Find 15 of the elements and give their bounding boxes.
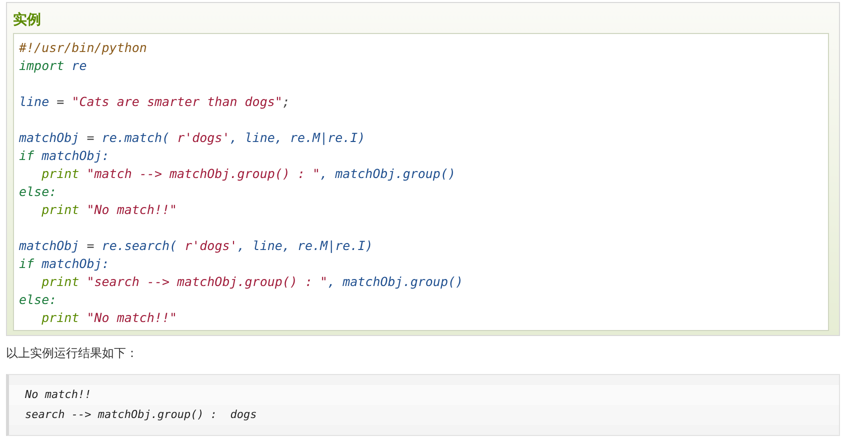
code-line: print "match --> matchObj.group() : ", matchObj.group() bbox=[42, 166, 456, 181]
code-line: matchObj = re.search( r'dogs', line, re.M|re.I) bbox=[19, 238, 373, 253]
example-title: 实例 bbox=[13, 10, 42, 29]
code-line: line = "Cats are smarter than dogs"; bbox=[19, 94, 290, 109]
code-line: print "No match!!" bbox=[42, 310, 178, 325]
code-line: import re bbox=[19, 58, 87, 73]
code-line: else: bbox=[19, 184, 57, 199]
code-line: else: bbox=[19, 292, 57, 307]
code-line: if matchObj: bbox=[19, 256, 110, 271]
code-line: matchObj = re.match( r'dogs', line, re.M|re.I) bbox=[19, 130, 366, 145]
code-line: if matchObj: bbox=[19, 148, 110, 163]
result-intro-text: 以上实例运行结果如下： bbox=[6, 346, 138, 360]
code-line: print "search --> matchObj.group() : ", matchObj.group() bbox=[42, 274, 464, 289]
code-line: #!/usr/bin/python bbox=[19, 40, 147, 55]
code-line: print "No match!!" bbox=[42, 202, 178, 217]
